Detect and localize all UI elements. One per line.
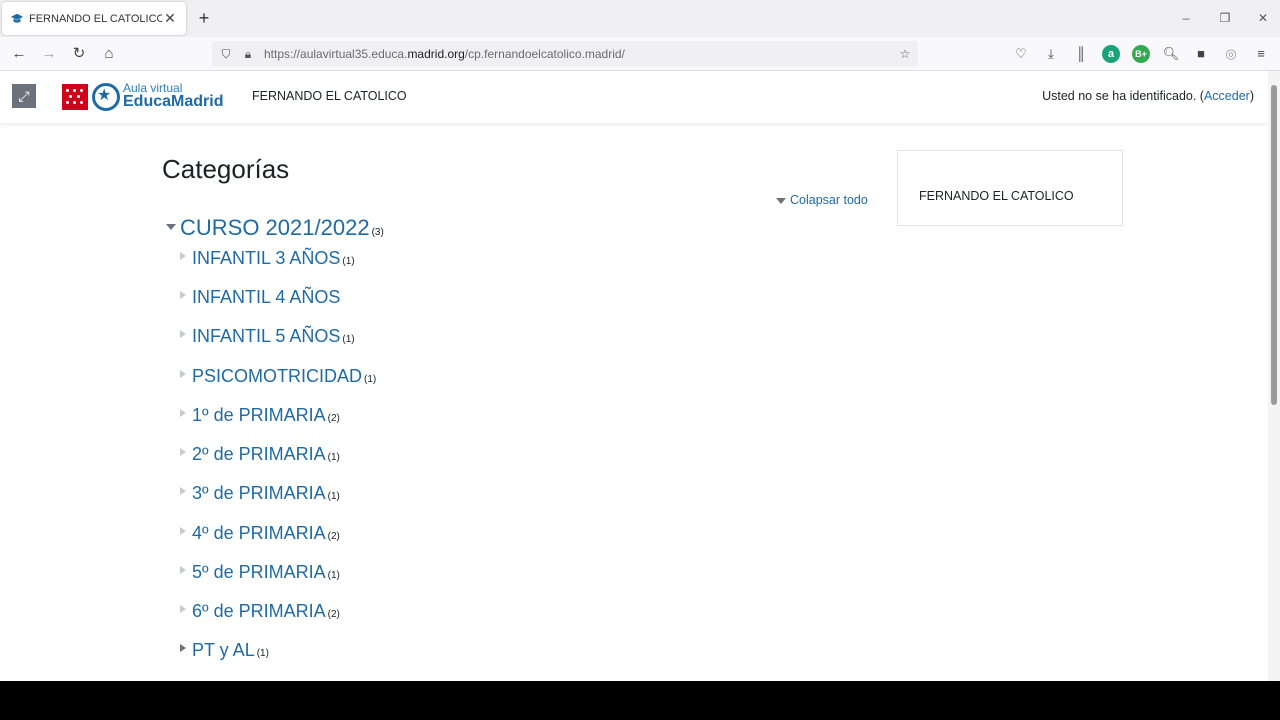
extension-box-icon[interactable]: ■ xyxy=(1192,45,1210,63)
caret-right-icon[interactable] xyxy=(180,448,186,456)
category-count: (1) xyxy=(327,570,340,581)
new-tab-button[interactable]: + xyxy=(194,8,214,28)
category-name[interactable]: 5º de PRIMARIA xyxy=(192,562,326,582)
category-item[interactable]: INFANTIL 4 AÑOS xyxy=(180,287,342,311)
collapse-all-link[interactable]: Colapsar todo xyxy=(776,193,868,207)
url-text[interactable]: https://aulavirtual35.educa.madrid.org/c… xyxy=(264,47,625,61)
category-count: (2) xyxy=(327,413,340,424)
category-count: (1) xyxy=(256,648,269,659)
extension-b-icon[interactable]: B+ xyxy=(1132,45,1150,63)
category-item[interactable]: 1º de PRIMARIA (2) xyxy=(180,405,340,429)
shield-icon[interactable]: ⛉ xyxy=(217,45,235,63)
page-content: ⤢ Aula virtual EducaMadrid FERNANDO EL C… xyxy=(0,71,1280,681)
browser-tab[interactable]: FERNANDO EL CATOLICO ✕ xyxy=(2,2,186,35)
category-item[interactable]: INFANTIL 3 AÑOS (1) xyxy=(180,248,355,272)
caret-down-icon xyxy=(776,197,786,204)
caret-right-icon[interactable] xyxy=(180,566,186,574)
site-info-block: FERNANDO EL CATOLICO xyxy=(897,150,1123,226)
category-item[interactable]: 4º de PRIMARIA (2) xyxy=(180,523,340,547)
close-window-button[interactable]: ✕ xyxy=(1251,8,1275,28)
category-count: (1) xyxy=(342,334,355,345)
category-name[interactable]: 3º de PRIMARIA xyxy=(192,483,326,503)
category-item[interactable]: PT y AL (1) xyxy=(180,640,269,664)
lock-icon[interactable]: 🔒︎ xyxy=(239,45,257,63)
category-item[interactable]: 3º de PRIMARIA (1) xyxy=(180,483,340,507)
address-bar[interactable]: ⛉ 🔒︎ https://aulavirtual35.educa.madrid.… xyxy=(212,41,918,67)
category-name[interactable]: 1º de PRIMARIA xyxy=(192,405,326,425)
site-name[interactable]: FERNANDO EL CATOLICO xyxy=(252,89,407,103)
tab-title: FERNANDO EL CATOLICO xyxy=(29,12,162,25)
caret-down-icon[interactable] xyxy=(166,224,176,230)
page-scrollbar[interactable] xyxy=(1268,71,1280,681)
login-info: Usted no se ha identificado. (Acceder) xyxy=(1042,89,1254,103)
category-count: (1) xyxy=(342,256,355,267)
restore-button[interactable]: ❐ xyxy=(1213,8,1237,28)
home-icon[interactable]: ⌂ xyxy=(98,43,120,65)
menu-icon[interactable]: ≡ xyxy=(1252,45,1270,63)
caret-right-icon[interactable] xyxy=(180,527,186,535)
category-name[interactable]: PT y AL xyxy=(192,640,255,660)
caret-right-icon[interactable] xyxy=(180,409,186,417)
forward-arrow-icon[interactable]: → xyxy=(38,43,60,65)
search-extension-icon[interactable]: 🔍︎ xyxy=(1162,45,1180,63)
educamadrid-logo[interactable]: Aula virtual EducaMadrid xyxy=(62,81,238,112)
caret-right-icon[interactable] xyxy=(180,291,186,299)
pocket-icon[interactable]: ♡ xyxy=(1012,45,1030,63)
bookmark-star-icon[interactable]: ☆ xyxy=(896,45,914,63)
block-text: FERNANDO EL CATOLICO xyxy=(919,189,1074,203)
category-root-name[interactable]: CURSO 2021/2022 xyxy=(180,215,370,240)
category-name[interactable]: INFANTIL 4 AÑOS xyxy=(192,287,340,307)
page-title: Categorías xyxy=(162,154,290,184)
caret-right-icon[interactable] xyxy=(180,487,186,495)
category-count: (1) xyxy=(327,491,340,502)
account-icon[interactable]: ◎ xyxy=(1222,45,1240,63)
back-arrow-icon[interactable]: ← xyxy=(8,43,30,65)
black-bar xyxy=(0,681,1280,720)
caret-right-icon[interactable] xyxy=(180,370,186,378)
category-item[interactable]: 2º de PRIMARIA (1) xyxy=(180,444,340,468)
category-root[interactable]: CURSO 2021/2022 (3) xyxy=(166,215,384,241)
category-count: (2) xyxy=(327,609,340,620)
caret-right-icon[interactable] xyxy=(180,605,186,613)
logo-line-2: EducaMadrid xyxy=(123,93,224,110)
caret-right-icon[interactable] xyxy=(180,330,186,338)
library-icon[interactable]: ║ xyxy=(1072,45,1090,63)
caret-right-icon[interactable] xyxy=(180,252,186,260)
minimize-button[interactable]: – xyxy=(1174,8,1198,28)
site-header: ⤢ Aula virtual EducaMadrid FERNANDO EL C… xyxy=(0,71,1268,123)
navigation-bar: ← → ↻ ⌂ ⛉ 🔒︎ https://aulavirtual35.educa… xyxy=(0,37,1280,71)
category-name[interactable]: 2º de PRIMARIA xyxy=(192,444,326,464)
category-name[interactable]: INFANTIL 5 AÑOS xyxy=(192,326,340,346)
category-name[interactable]: 4º de PRIMARIA xyxy=(192,523,326,543)
login-link[interactable]: Acceder xyxy=(1204,89,1250,103)
fullscreen-toggle-icon[interactable]: ⤢ xyxy=(12,84,36,108)
madrid-flag-icon xyxy=(62,84,88,110)
tab-close-icon[interactable]: ✕ xyxy=(162,10,178,27)
category-item[interactable]: 6º de PRIMARIA (2) xyxy=(180,601,340,625)
category-count: (3) xyxy=(371,227,384,238)
category-item[interactable]: INFANTIL 5 AÑOS (1) xyxy=(180,326,355,350)
caret-right-icon[interactable] xyxy=(180,644,186,652)
category-item[interactable]: PSICOMOTRICIDAD (1) xyxy=(180,366,376,390)
category-count: (2) xyxy=(327,531,340,542)
download-icon[interactable]: ⤓ xyxy=(1042,45,1060,63)
scrollbar-thumb[interactable] xyxy=(1271,85,1277,405)
category-name[interactable]: PSICOMOTRICIDAD xyxy=(192,366,362,386)
educamadrid-emblem-icon xyxy=(92,83,120,111)
category-count: (1) xyxy=(327,452,340,463)
category-count: (1) xyxy=(364,374,377,385)
tab-bar: FERNANDO EL CATOLICO ✕ + – ❐ ✕ xyxy=(0,0,1280,37)
reload-icon[interactable]: ↻ xyxy=(68,43,90,65)
category-name[interactable]: INFANTIL 3 AÑOS xyxy=(192,248,340,268)
category-name[interactable]: 6º de PRIMARIA xyxy=(192,601,326,621)
graduation-cap-icon xyxy=(10,13,24,23)
extension-a-icon[interactable]: a xyxy=(1102,45,1120,63)
category-item[interactable]: 5º de PRIMARIA (1) xyxy=(180,562,340,586)
